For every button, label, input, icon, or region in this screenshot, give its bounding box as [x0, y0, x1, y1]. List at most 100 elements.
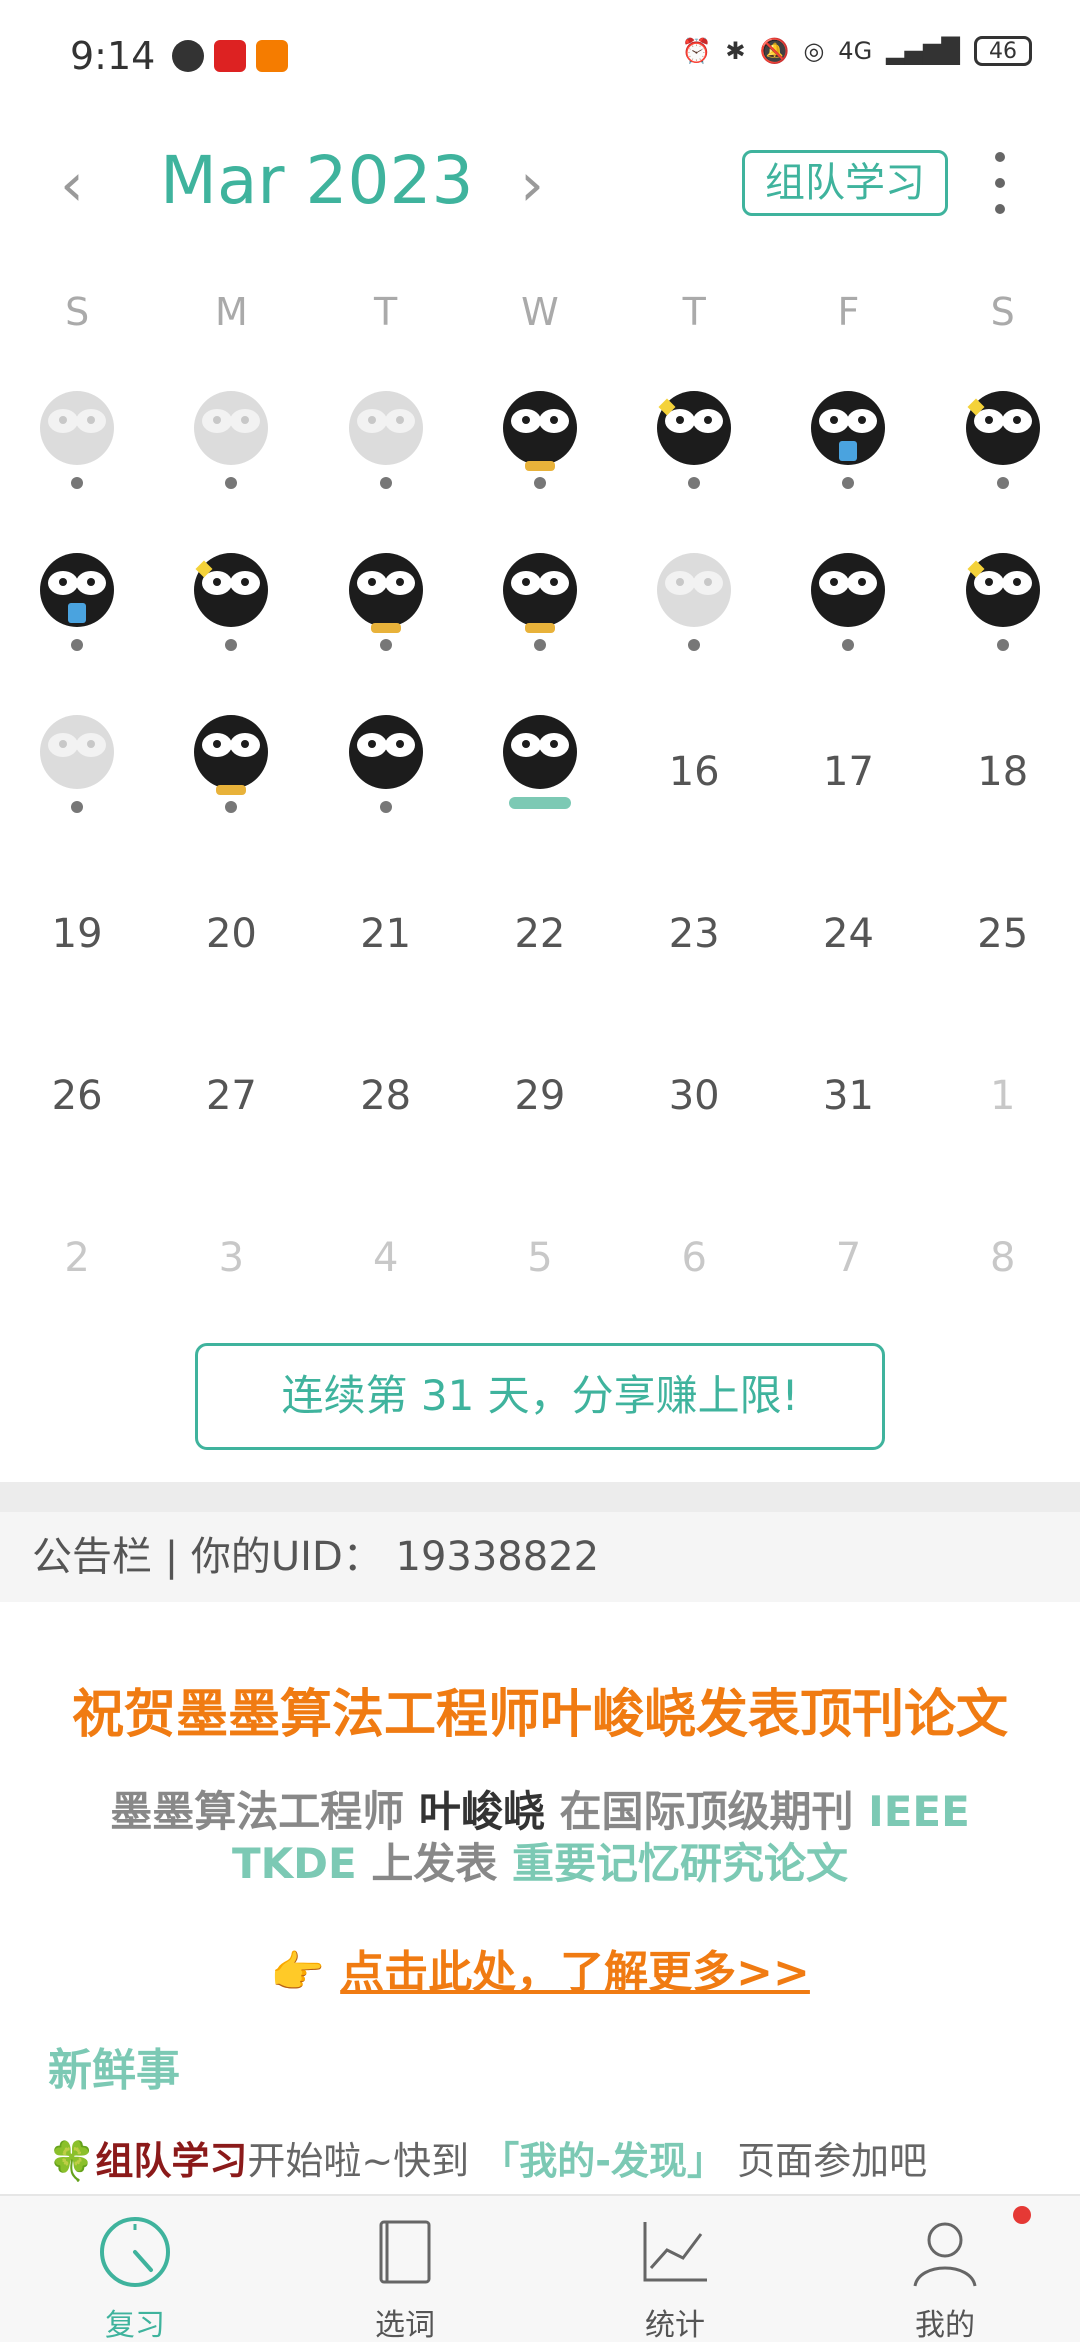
news-team-label[interactable]: 组队学习	[95, 2139, 247, 2183]
calendar-day[interactable]: 6	[617, 1185, 771, 1347]
tab-label: 我的	[915, 2308, 975, 2343]
calendar-day[interactable]: 16	[617, 699, 771, 861]
calendar-day[interactable]	[617, 537, 771, 699]
calendar-day[interactable]: 2	[0, 1185, 154, 1347]
next-month-button[interactable]: ›	[502, 150, 562, 220]
day-number: 5	[527, 1235, 553, 1281]
owl-cup-icon	[40, 553, 115, 627]
status-time: 9:14	[70, 34, 156, 78]
prev-month-button[interactable]: ‹	[42, 150, 102, 220]
owl-feet-icon	[502, 553, 577, 633]
news-target-link[interactable]: 「我的-发现」	[481, 2139, 725, 2183]
owl-cup-icon	[811, 391, 886, 465]
battery-icon: 46	[974, 36, 1032, 66]
calendar-day[interactable]	[463, 537, 617, 699]
calendar-day[interactable]: 25	[926, 861, 1080, 1023]
calendar-day[interactable]	[309, 375, 463, 537]
calendar-day[interactable]	[463, 375, 617, 537]
learn-more-link[interactable]: 点击此处，了解更多>>	[340, 1947, 810, 1998]
day-number: 20	[205, 911, 257, 957]
calendar-day[interactable]	[309, 699, 463, 861]
weekday-label: M	[215, 290, 248, 334]
calendar-week-row: 26 27 28 29 30 31 1	[0, 1023, 1080, 1185]
owl-icon	[811, 553, 886, 627]
paper-title: 重要记忆研究论文	[511, 1839, 848, 1888]
calendar-day[interactable]	[154, 375, 308, 537]
calendar-day[interactable]: 4	[309, 1185, 463, 1347]
calendar-week-row: 19 20 21 22 23 24 25	[0, 861, 1080, 1023]
calendar-day[interactable]: 19	[0, 861, 154, 1023]
calendar-day[interactable]: 8	[926, 1185, 1080, 1347]
calendar-day[interactable]: 7	[771, 1185, 925, 1347]
calendar-day[interactable]: 29	[463, 1023, 617, 1185]
status-icons: ⏰ ✱ 🔕 ◎ 4G ▂▄▆█ 46	[681, 36, 1032, 66]
calendar-day[interactable]: 26	[0, 1023, 154, 1185]
team-study-button[interactable]: 组队学习	[742, 150, 948, 216]
month-title: Mar 2023	[160, 142, 474, 219]
calendar-day[interactable]	[771, 375, 925, 537]
network-label: 4G	[838, 37, 873, 65]
day-number: 8	[990, 1235, 1016, 1281]
studied-dot	[71, 801, 84, 813]
tab-mine[interactable]: 我的	[810, 2196, 1080, 2343]
calendar-day[interactable]: 22	[463, 861, 617, 1023]
engineer-name: 叶峻峣	[418, 1787, 545, 1836]
calendar-day[interactable]	[463, 699, 617, 861]
bulletin-bar: 公告栏 | 你的UID： 19338822	[0, 1512, 1080, 1602]
body-text: 在国际顶级期刊	[544, 1787, 869, 1836]
calendar-day[interactable]	[309, 537, 463, 699]
bluetooth-icon: ✱	[725, 37, 746, 65]
calendar-day[interactable]: 28	[309, 1023, 463, 1185]
calendar-day[interactable]: 5	[463, 1185, 617, 1347]
tab-select-words[interactable]: 选词	[270, 2196, 540, 2343]
section-divider	[0, 1482, 1080, 1512]
calendar-day[interactable]	[926, 375, 1080, 537]
calendar-day[interactable]: 17	[771, 699, 925, 861]
calendar-day[interactable]	[154, 537, 308, 699]
calendar-day[interactable]	[0, 537, 154, 699]
learn-more: 👉 点击此处，了解更多>>	[0, 1936, 1080, 2000]
calendar-day[interactable]: 1	[926, 1023, 1080, 1185]
day-number: 30	[668, 1073, 720, 1119]
qq-icon	[172, 40, 204, 72]
calendar-day[interactable]: 24	[771, 861, 925, 1023]
calendar-day[interactable]	[0, 375, 154, 537]
day-number: 28	[360, 1073, 412, 1119]
studied-dot	[71, 639, 84, 651]
day-number: 19	[51, 911, 103, 957]
news-item: 🍀组队学习开始啦~快到 「我的-发现」 页面参加吧	[48, 2130, 927, 2185]
review-gauge-icon	[100, 2217, 170, 2287]
calendar-day[interactable]	[154, 699, 308, 861]
calendar-day[interactable]: 30	[617, 1023, 771, 1185]
calendar-day[interactable]	[0, 699, 154, 861]
weekday-label: S	[65, 290, 90, 334]
owl-faded-icon	[40, 715, 115, 789]
tab-review[interactable]: 复习	[0, 2196, 270, 2343]
today-indicator	[508, 797, 571, 809]
day-number: 1	[990, 1073, 1016, 1119]
user-icon	[913, 2222, 977, 2287]
calendar-day[interactable]	[926, 537, 1080, 699]
calendar-day[interactable]: 23	[617, 861, 771, 1023]
calendar-day[interactable]	[771, 537, 925, 699]
calendar-day[interactable]: 3	[154, 1185, 308, 1347]
calendar-day[interactable]: 31	[771, 1023, 925, 1185]
calendar-day[interactable]: 27	[154, 1023, 308, 1185]
alarm-icon: ⏰	[681, 37, 712, 65]
studied-dot	[379, 639, 392, 651]
studied-dot	[688, 477, 701, 489]
day-number: 16	[668, 749, 720, 795]
owl-star-icon	[194, 553, 269, 627]
app-icon	[214, 40, 246, 72]
tab-statistics[interactable]: 统计	[540, 2196, 810, 2343]
day-number: 27	[205, 1073, 257, 1119]
calendar-day[interactable]: 21	[309, 861, 463, 1023]
announcement-title: 祝贺墨墨算法工程师叶峻峣发表顶刊论文	[71, 1685, 1008, 1745]
calendar-day[interactable]: 18	[926, 699, 1080, 861]
weekday-header: SMTWTFS	[0, 290, 1080, 350]
calendar-day[interactable]: 20	[154, 861, 308, 1023]
calendar-day[interactable]	[617, 375, 771, 537]
streak-share-button[interactable]: 连续第 31 天，分享赚上限!	[195, 1343, 885, 1450]
more-menu-icon[interactable]	[984, 152, 1016, 214]
announcement-body: 墨墨算法工程师 叶峻峣 在国际顶级期刊 IEEE TKDE 上发表 重要记忆研究…	[60, 1786, 1020, 1890]
